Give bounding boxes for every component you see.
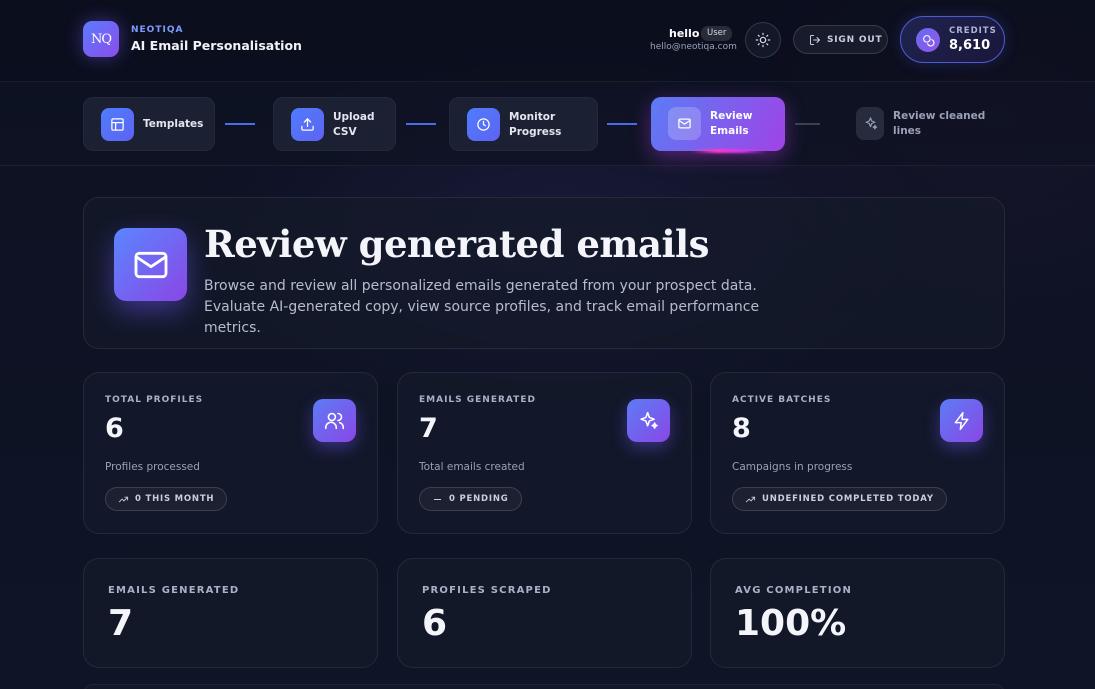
coins-icon — [916, 28, 940, 52]
neotiqa-logo[interactable]: NQ — [83, 21, 119, 57]
user-name: hello — [669, 27, 700, 40]
summary-label: AVG COMPLETION — [735, 585, 853, 596]
next-section-card — [83, 684, 1005, 689]
clock-icon — [467, 108, 500, 141]
user-email: hello@neotiqa.com — [650, 42, 737, 52]
step-label: Monitor Progress — [509, 111, 562, 138]
step-review-emails[interactable]: Review Emails — [651, 97, 785, 151]
brand-name: NEOTIQA — [131, 25, 184, 35]
step-templates[interactable]: Templates — [83, 97, 215, 151]
stat-card-emails-generated: EMAILS GENERATED 7 Total emails created … — [397, 372, 692, 534]
trend-up-icon — [745, 496, 756, 502]
stat-badge-label: 0 PENDING — [449, 494, 509, 504]
summary-label: PROFILES SCRAPED — [422, 585, 552, 596]
stat-card-active-batches: ACTIVE BATCHES 8 Campaigns in progress U… — [710, 372, 1005, 534]
mail-icon — [114, 228, 187, 301]
sign-out-button[interactable]: SIGN OUT — [793, 25, 888, 54]
credits-widget[interactable]: CREDITS 8,610 — [900, 16, 1005, 63]
sign-out-label: SIGN OUT — [827, 34, 883, 45]
step-label: Upload CSV — [333, 111, 375, 138]
sun-icon — [755, 32, 771, 48]
summary-value: 7 — [108, 603, 134, 644]
logo-text: NQ — [90, 31, 112, 47]
summary-value: 100% — [735, 603, 847, 644]
step-connector — [795, 123, 820, 125]
mail-icon — [668, 107, 701, 140]
stat-caption: Campaigns in progress — [732, 461, 853, 473]
step-label: Review cleaned lines — [893, 110, 986, 137]
stat-caption: Profiles processed — [105, 461, 200, 473]
step-review-cleaned-lines[interactable]: Review cleaned lines — [839, 97, 989, 151]
step-connector — [225, 123, 255, 125]
step-connector — [406, 123, 436, 125]
summary-value: 6 — [422, 603, 448, 644]
users-icon — [313, 399, 356, 442]
user-role-badge: User — [701, 26, 733, 41]
top-header: NQ NEOTIQA AI Email Personalisation hell… — [0, 0, 1095, 82]
step-monitor-progress[interactable]: Monitor Progress — [449, 97, 598, 151]
summary-label: EMAILS GENERATED — [108, 585, 240, 596]
stat-card-total-profiles: TOTAL PROFILES 6 Profiles processed 0 TH… — [83, 372, 378, 534]
layout-icon — [101, 108, 134, 141]
app-title: AI Email Personalisation — [131, 38, 302, 53]
stat-caption: Total emails created — [419, 461, 525, 473]
summary-card-avg-completion: AVG COMPLETION 100% — [710, 558, 1005, 668]
sparkles-icon — [627, 399, 670, 442]
stat-label: TOTAL PROFILES — [105, 395, 204, 405]
stat-value: 8 — [732, 413, 751, 444]
bolt-icon — [940, 399, 983, 442]
theme-toggle-button[interactable] — [745, 22, 781, 58]
summary-card-profiles-scraped: PROFILES SCRAPED 6 — [397, 558, 692, 668]
stat-label: ACTIVE BATCHES — [732, 395, 832, 405]
step-connector — [607, 123, 637, 125]
step-label: Templates — [143, 118, 204, 130]
step-upload-csv[interactable]: Upload CSV — [273, 97, 396, 151]
credits-value: 8,610 — [949, 38, 991, 53]
credits-label: CREDITS — [949, 26, 997, 36]
stat-label: EMAILS GENERATED — [419, 395, 536, 405]
logout-icon — [810, 34, 820, 45]
page-description: Browse and review all personalized email… — [204, 278, 760, 336]
sparkles-icon — [856, 107, 884, 140]
stat-value: 7 — [419, 413, 438, 444]
stat-badge: 0 PENDING — [419, 487, 522, 511]
minus-icon — [433, 498, 442, 500]
page-header-card: Review generated emails Browse and revie… — [83, 197, 1005, 349]
stat-badge-label: 0 THIS MONTH — [135, 494, 215, 504]
upload-icon — [291, 108, 324, 141]
page-title: Review generated emails — [204, 222, 709, 266]
stat-badge: UNDEFINED COMPLETED TODAY — [732, 487, 947, 511]
summary-card-emails-generated: EMAILS GENERATED 7 — [83, 558, 378, 668]
stat-badge: 0 THIS MONTH — [105, 487, 228, 511]
stat-value: 6 — [105, 413, 124, 444]
trend-up-icon — [118, 496, 129, 502]
stat-badge-label: UNDEFINED COMPLETED TODAY — [762, 494, 934, 504]
step-label: Review Emails — [710, 110, 753, 137]
